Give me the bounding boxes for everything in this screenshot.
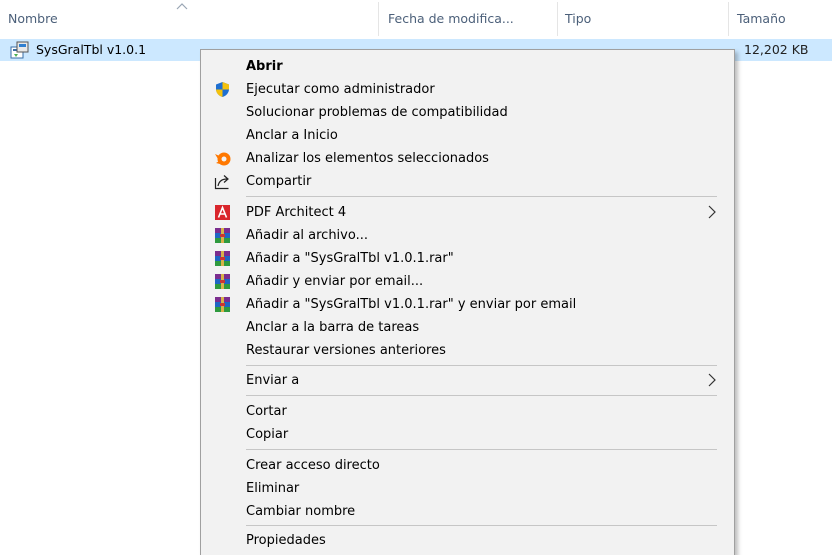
menu-item-add-archive[interactable]: Añadir al archivo... xyxy=(201,224,734,247)
menu-separator xyxy=(246,395,717,396)
menu-item-label: Añadir al archivo... xyxy=(246,228,368,243)
menu-item-label: Cortar xyxy=(246,404,287,419)
column-header: Nombre Fecha de modifica... Tipo Tamaño xyxy=(0,0,832,38)
chevron-right-icon xyxy=(708,205,716,219)
winrar-icon xyxy=(215,274,230,289)
menu-item-label: Restaurar versiones anteriores xyxy=(246,343,446,358)
menu-item-label: Anclar a la barra de tareas xyxy=(246,320,420,335)
menu-item-label: Propiedades xyxy=(246,533,326,548)
menu-item-troubleshoot[interactable]: Solucionar problemas de compatibilidad xyxy=(201,101,734,124)
uac-shield-icon xyxy=(216,82,229,97)
menu-item-send-to[interactable]: Enviar a xyxy=(201,369,734,392)
menu-separator xyxy=(246,449,717,450)
menu-item-scan[interactable]: Analizar los elementos seleccionados xyxy=(201,147,734,170)
menu-item-label: Solucionar problemas de compatibilidad xyxy=(246,105,508,120)
menu-item-pin-start[interactable]: Anclar a Inicio xyxy=(201,124,734,147)
menu-item-label: Añadir a "SysGralTbl v1.0.1.rar" xyxy=(246,251,454,266)
column-modified[interactable]: Fecha de modifica... xyxy=(388,11,514,26)
avast-icon xyxy=(215,152,231,166)
menu-item-label: Cambiar nombre xyxy=(246,504,356,519)
share-icon xyxy=(214,175,229,190)
menu-item-label: Analizar los elementos seleccionados xyxy=(246,151,489,166)
menu-item-run-as-admin[interactable]: Ejecutar como administrador xyxy=(201,78,734,101)
file-size: 12,202 KB xyxy=(744,42,809,57)
menu-item-cut[interactable]: Cortar xyxy=(201,400,734,423)
winrar-icon xyxy=(215,251,230,266)
menu-item-label: Ejecutar como administrador xyxy=(246,82,435,97)
menu-separator xyxy=(246,365,717,366)
menu-separator xyxy=(246,196,717,197)
menu-item-label: Copiar xyxy=(246,427,289,442)
column-type[interactable]: Tipo xyxy=(565,11,591,26)
installer-file-icon xyxy=(10,41,29,59)
menu-item-open[interactable]: Abrir xyxy=(201,55,734,78)
menu-item-add-email[interactable]: Añadir y enviar por email... xyxy=(201,270,734,293)
column-divider[interactable] xyxy=(557,2,558,36)
column-divider[interactable] xyxy=(728,2,729,36)
menu-item-label: Compartir xyxy=(246,174,312,189)
sort-ascending-icon xyxy=(176,3,188,10)
menu-item-restore-versions[interactable]: Restaurar versiones anteriores xyxy=(201,339,734,362)
column-divider[interactable] xyxy=(378,2,379,36)
menu-item-properties[interactable]: Propiedades xyxy=(201,529,734,552)
menu-item-share[interactable]: Compartir xyxy=(201,170,734,193)
context-menu: Abrir Ejecutar como administrador Soluci… xyxy=(200,49,735,555)
menu-item-rename[interactable]: Cambiar nombre xyxy=(201,500,734,523)
menu-item-label: Eliminar xyxy=(246,481,300,496)
menu-item-copy[interactable]: Copiar xyxy=(201,423,734,446)
winrar-icon xyxy=(215,297,230,312)
column-size[interactable]: Tamaño xyxy=(737,11,786,26)
file-name: SysGralTbl v1.0.1 xyxy=(36,42,147,57)
menu-item-delete[interactable]: Eliminar xyxy=(201,477,734,500)
winrar-icon xyxy=(215,228,230,243)
menu-item-label: Añadir y enviar por email... xyxy=(246,274,424,289)
menu-item-label: Añadir a "SysGralTbl v1.0.1.rar" y envia… xyxy=(246,297,577,312)
menu-item-label: Abrir xyxy=(246,59,283,74)
menu-separator xyxy=(246,525,717,526)
menu-item-pdf-architect[interactable]: PDF Architect 4 xyxy=(201,201,734,224)
menu-item-add-rar[interactable]: Añadir a "SysGralTbl v1.0.1.rar" xyxy=(201,247,734,270)
menu-item-add-rar-email[interactable]: Añadir a "SysGralTbl v1.0.1.rar" y envia… xyxy=(201,293,734,316)
menu-item-pin-taskbar[interactable]: Anclar a la barra de tareas xyxy=(201,316,734,339)
menu-item-label: Anclar a Inicio xyxy=(246,128,338,143)
menu-item-create-shortcut[interactable]: Crear acceso directo xyxy=(201,454,734,477)
menu-item-label: PDF Architect 4 xyxy=(246,205,347,220)
menu-item-label: Crear acceso directo xyxy=(246,458,380,473)
column-name[interactable]: Nombre xyxy=(8,11,58,26)
pdf-architect-icon xyxy=(215,205,230,220)
menu-item-label: Enviar a xyxy=(246,373,300,388)
chevron-right-icon xyxy=(708,373,716,387)
